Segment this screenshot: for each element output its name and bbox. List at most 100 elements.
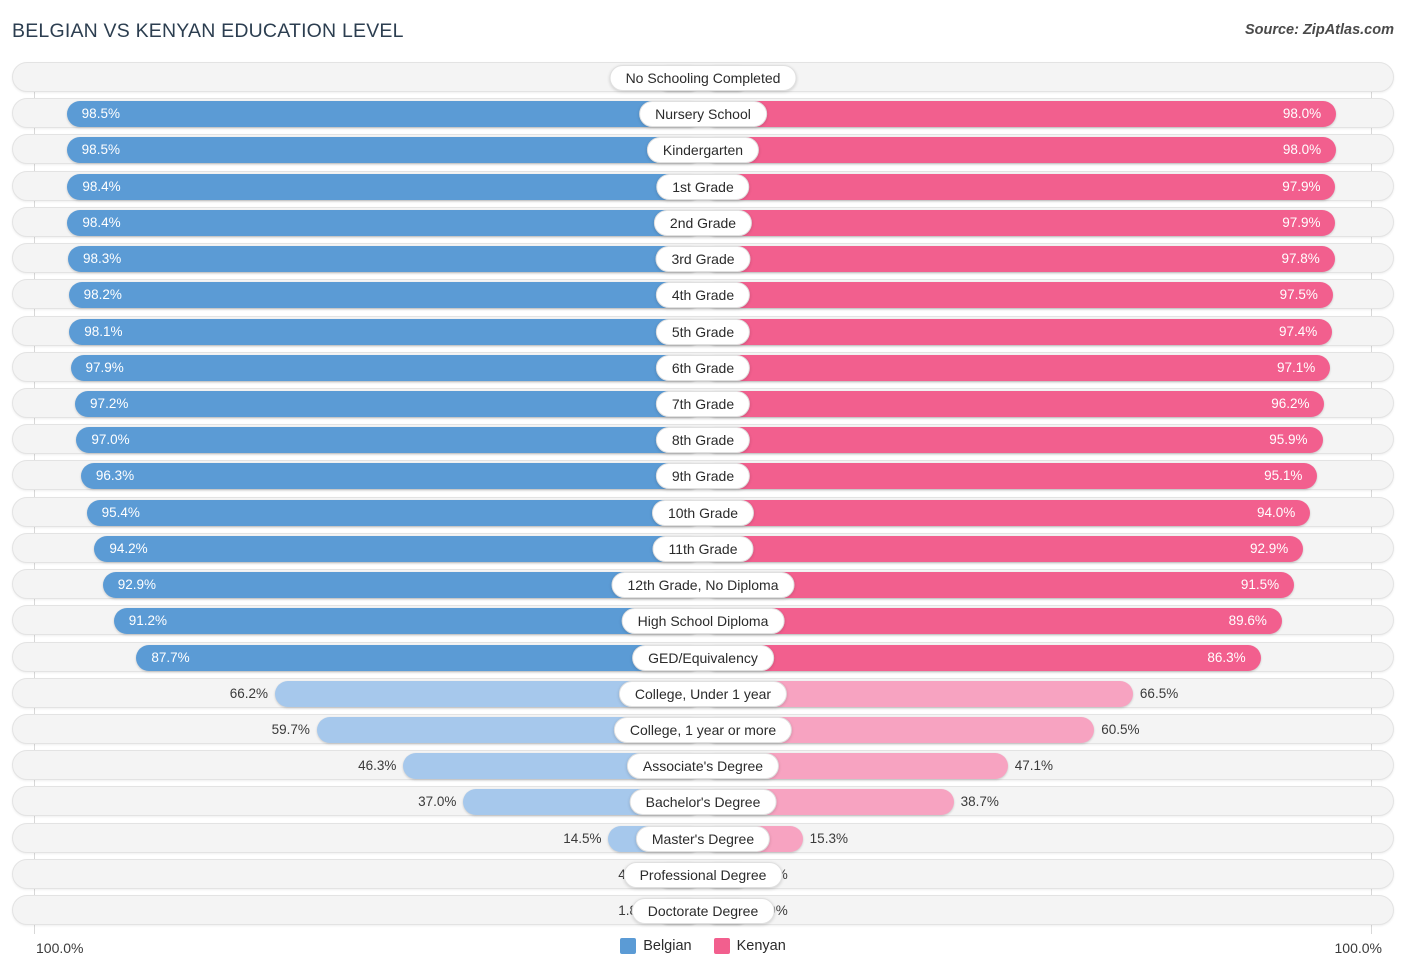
table-row[interactable]: 98.4%97.9%1st Grade (12, 170, 1394, 201)
chart-root: BELGIAN VS KENYAN EDUCATION LEVEL Source… (0, 0, 1406, 975)
table-row[interactable]: 14.5% 15.3% Master's Degree (12, 822, 1394, 853)
legend-label: Kenyan (736, 938, 786, 954)
value-label-belgian: 37.0% (418, 794, 457, 810)
value-label-kenyan: 96.2% (1271, 395, 1310, 411)
bar-kenyan (704, 209, 1336, 236)
table-row[interactable]: 95.4%94.0%10th Grade (12, 496, 1394, 527)
table-row[interactable]: 98.4%97.9%2nd Grade (12, 206, 1394, 237)
category-label[interactable]: Nursery School (639, 101, 767, 128)
category-label[interactable]: 11th Grade (652, 535, 754, 562)
bar-belgian (136, 644, 702, 671)
bar-belgian (67, 209, 702, 236)
table-row[interactable]: 91.2%89.6%High School Diploma (12, 605, 1394, 636)
category-label[interactable]: GED/Equivalency (632, 644, 774, 671)
legend-item[interactable]: Belgian (620, 938, 692, 954)
category-label[interactable]: No Schooling Completed (609, 65, 797, 91)
value-label-kenyan: 47.1% (1014, 758, 1054, 774)
page-title: BELGIAN VS KENYAN EDUCATION LEVEL (12, 20, 404, 42)
table-row[interactable]: 97.9%97.1%6th Grade (12, 351, 1394, 382)
bar-kenyan (704, 173, 1336, 200)
source-attribution: Source: ZipAtlas.com (1244, 22, 1394, 38)
value-label-kenyan: 94.0% (1257, 504, 1296, 520)
category-label[interactable]: Doctorate Degree (631, 898, 775, 925)
value-label-kenyan: 89.6% (1228, 613, 1267, 629)
category-label[interactable]: Kindergarten (646, 137, 760, 164)
bar-belgian (86, 499, 702, 526)
bar-kenyan (704, 644, 1261, 671)
category-label[interactable]: Master's Degree (635, 825, 771, 852)
category-label[interactable]: Bachelor's Degree (629, 789, 777, 816)
category-label[interactable]: 7th Grade (655, 390, 751, 417)
value-label-kenyan: 91.5% (1240, 577, 1280, 593)
table-row[interactable]: 4.3%4.4%Professional Degree (12, 858, 1394, 889)
value-label-belgian: 46.3% (358, 758, 397, 774)
bar-belgian (67, 246, 702, 273)
table-row[interactable]: 98.3%97.8%3rd Grade (12, 243, 1394, 274)
category-label[interactable]: Associate's Degree (626, 753, 780, 780)
bar-belgian (68, 282, 702, 309)
table-row[interactable]: 1.8%1.9%Doctorate Degree (12, 895, 1394, 926)
category-label[interactable]: 9th Grade (655, 463, 751, 490)
value-label-kenyan: 97.1% (1277, 359, 1316, 375)
value-label-kenyan: 98.0% (1282, 106, 1322, 122)
bar-belgian (75, 390, 702, 417)
value-label-kenyan: 60.5% (1101, 721, 1140, 737)
category-label[interactable]: 10th Grade (651, 499, 755, 526)
table-row[interactable]: 46.3% 47.1% Associate's Degree (12, 750, 1394, 781)
table-row[interactable]: 87.7%86.3%GED/Equivalency (12, 641, 1394, 672)
value-label-kenyan: 92.9% (1249, 540, 1289, 556)
table-row[interactable]: 66.2% 66.5% College, Under 1 year (12, 677, 1394, 708)
category-label[interactable]: College, 1 year or more (613, 716, 793, 743)
category-label[interactable]: 3rd Grade (655, 246, 751, 273)
bar-belgian (113, 608, 702, 635)
bar-kenyan (704, 463, 1318, 490)
value-label-kenyan: 95.9% (1269, 432, 1308, 448)
bar-kenyan (704, 499, 1311, 526)
table-row[interactable]: 92.9%91.5%12th Grade, No Diploma (12, 569, 1394, 600)
table-row[interactable]: 59.7% 60.5% College, 1 year or more (12, 713, 1394, 744)
table-row[interactable]: 98.1%97.4%5th Grade (12, 315, 1394, 346)
legend-swatch-icon (620, 938, 637, 954)
category-label[interactable]: 2nd Grade (653, 209, 753, 236)
table-row[interactable]: 94.2%92.9%11th Grade (12, 532, 1394, 563)
table-row[interactable]: 97.0%95.9%8th Grade (12, 424, 1394, 455)
table-row[interactable]: 97.2%96.2%7th Grade (12, 387, 1394, 418)
category-label[interactable]: 12th Grade, No Diploma (611, 572, 795, 599)
table-row[interactable]: 37.0% 38.7% Bachelor's Degree (12, 786, 1394, 817)
table-row[interactable]: 98.5%98.0%Kindergarten (12, 134, 1394, 165)
category-label[interactable]: 4th Grade (655, 282, 751, 309)
bar-belgian (70, 354, 702, 381)
bar-belgian (66, 137, 702, 164)
category-label[interactable]: 5th Grade (655, 318, 751, 345)
bar-kenyan (704, 282, 1333, 309)
bar-belgian (76, 427, 702, 454)
table-row[interactable]: 98.5%98.0%Nursery School (12, 98, 1394, 129)
chart-legend: Belgian Kenyan (0, 938, 1406, 954)
category-label[interactable]: 1st Grade (656, 173, 750, 200)
value-label-kenyan: 97.4% (1278, 323, 1318, 339)
table-row[interactable]: 1.6%2.0%No Schooling Completed (12, 62, 1394, 92)
category-label[interactable]: Professional Degree (623, 861, 783, 888)
table-row[interactable]: 96.3%95.1%9th Grade (12, 460, 1394, 491)
value-label-kenyan: 66.5% (1139, 685, 1179, 701)
value-label-kenyan: 95.1% (1264, 468, 1303, 484)
value-label-belgian: 14.5% (563, 830, 602, 846)
legend-item[interactable]: Kenyan (713, 938, 786, 954)
bar-kenyan (704, 390, 1325, 417)
bar-belgian (66, 101, 702, 128)
table-row[interactable]: 98.2%97.5%4th Grade (12, 279, 1394, 310)
value-label-kenyan: 97.5% (1279, 287, 1318, 303)
bar-belgian (80, 463, 702, 490)
category-label[interactable]: High School Diploma (621, 608, 785, 635)
category-label[interactable]: 6th Grade (655, 354, 751, 381)
bar-kenyan (704, 318, 1333, 345)
category-label[interactable]: 8th Grade (655, 427, 751, 454)
value-label-kenyan: 97.9% (1282, 214, 1321, 230)
value-label-kenyan: 98.0% (1282, 142, 1322, 158)
value-label-belgian: 66.2% (229, 685, 269, 701)
bar-belgian (94, 535, 702, 562)
chart-header: BELGIAN VS KENYAN EDUCATION LEVEL Source… (0, 0, 1406, 60)
plot-area: 1.6%2.0%No Schooling Completed98.5%98.0%… (12, 62, 1394, 934)
bar-kenyan (704, 101, 1337, 128)
category-label[interactable]: College, Under 1 year (618, 680, 788, 707)
